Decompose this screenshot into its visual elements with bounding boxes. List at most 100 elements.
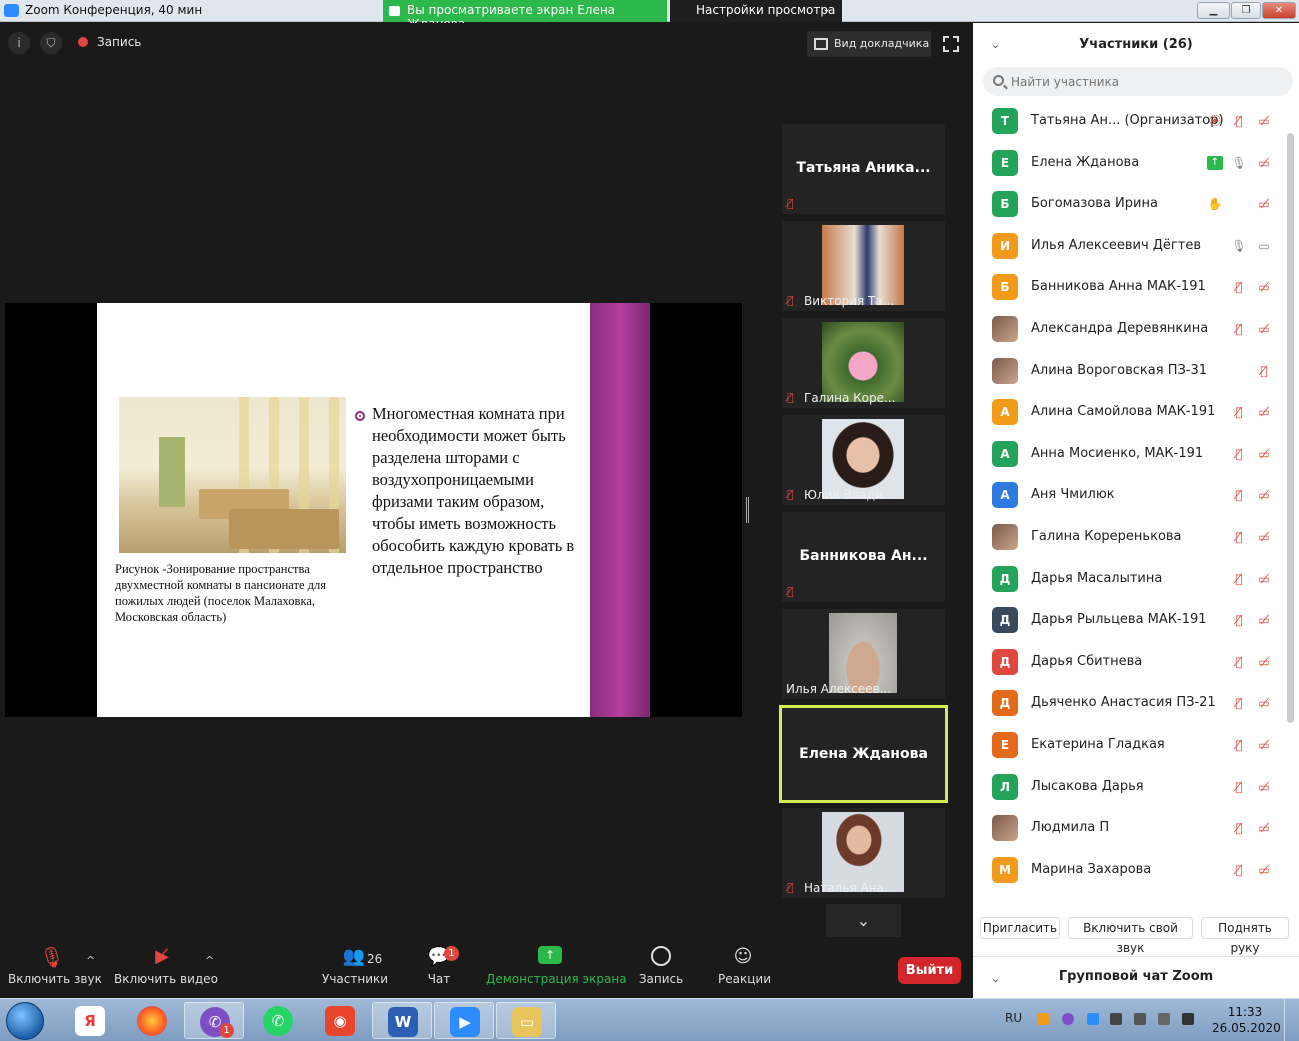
mic-muted-icon[interactable]: 🎙̸ [1231, 488, 1247, 502]
participant-list-scrollbar[interactable] [1287, 133, 1294, 723]
mic-muted-icon[interactable]: 🎙̸ [1231, 530, 1247, 544]
participant-row[interactable]: Е Елена Жданова ↑ 🎙 ▭̸ [973, 143, 1285, 184]
camera-off-icon[interactable]: ▭̸ [1256, 488, 1272, 502]
tray-display-icon[interactable] [1158, 1013, 1170, 1025]
tray-network-icon[interactable] [1110, 1013, 1122, 1025]
mic-icon[interactable]: 🎙 [1231, 156, 1247, 170]
reactions-button[interactable]: ☺ Реакции [718, 946, 771, 986]
participant-row[interactable]: И Илья Алексеевич Дёгтев 🎙 ▭ [973, 226, 1285, 267]
camera-off-icon[interactable]: ▭̸ [1256, 156, 1272, 170]
mic-muted-icon[interactable]: 🎙̸ [1231, 114, 1247, 128]
tray-volume-icon[interactable] [1134, 1013, 1146, 1025]
video-thumbnail[interactable]: 🎙̸ Галина Коре... [782, 318, 945, 408]
participant-row[interactable]: М Марина Захарова 🎙̸ ▭̸ [973, 850, 1285, 891]
invite-button[interactable]: Пригласить [980, 917, 1060, 939]
show-desktop-button[interactable] [1284, 999, 1299, 1041]
start-video-button[interactable]: ▶̸ Включить видео [114, 946, 218, 986]
video-thumbnail[interactable]: 🎙̸ Виктория Та... [782, 221, 945, 311]
camera-off-icon[interactable]: ▭̸ [1256, 447, 1272, 461]
camera-off-icon[interactable]: ▭̸ [1256, 322, 1272, 336]
camera-off-icon[interactable]: ▭̸ [1256, 863, 1272, 877]
camera-off-icon[interactable]: ▭̸ [1256, 696, 1272, 710]
tray-zoom-icon[interactable] [1087, 1013, 1099, 1025]
mic-muted-icon[interactable]: 🎙̸ [1231, 863, 1247, 877]
raise-hand-button[interactable]: Поднять руку [1201, 917, 1289, 955]
mic-muted-icon[interactable]: 🎙̸ [1231, 613, 1247, 627]
mic-muted-icon[interactable]: 🎙̸ [1231, 447, 1247, 461]
mic-muted-icon[interactable]: 🎙̸ [1256, 364, 1272, 378]
video-options-caret[interactable]: ^ [205, 954, 214, 967]
mic-muted-icon[interactable]: 🎙̸ [1231, 280, 1247, 294]
tray-viber-icon[interactable] [1062, 1013, 1074, 1025]
camera-off-icon[interactable]: ▭̸ [1256, 280, 1272, 294]
camera-off-icon[interactable]: ▭̸ [1256, 114, 1272, 128]
participant-row[interactable]: А Аня Чмилюк 🎙̸ ▭̸ [973, 475, 1285, 516]
video-thumbnail[interactable]: Илья Алексеев... [782, 609, 945, 699]
unmute-me-button[interactable]: Включить свой звук [1068, 917, 1193, 955]
taskbar-word[interactable]: W [372, 1002, 432, 1039]
tray-app-icon[interactable] [1037, 1013, 1049, 1025]
taskbar-whatsapp[interactable]: ✆ [248, 1002, 308, 1039]
camera-off-icon[interactable]: ▭̸ [1256, 655, 1272, 669]
tray-flag-icon[interactable] [1182, 1013, 1194, 1025]
participant-row[interactable]: Александра Деревянкина 🎙̸ ▭̸ [973, 309, 1285, 350]
audio-options-caret[interactable]: ^ [86, 954, 95, 967]
taskbar-zoom[interactable]: ▶ [434, 1002, 494, 1039]
splitter-handle[interactable] [746, 497, 749, 523]
taskbar-viber[interactable]: ✆ 1 [184, 1002, 244, 1039]
shield-icon[interactable]: ⛉ [40, 32, 62, 54]
maximize-button[interactable]: ❐ [1231, 2, 1261, 19]
participant-row[interactable]: Людмила П 🎙̸ ▭̸ [973, 808, 1285, 849]
minimize-button[interactable]: ▁ [1197, 2, 1230, 19]
participant-row[interactable]: Б Богомазова Ирина ✋ ▭̸ [973, 184, 1285, 225]
mic-muted-icon[interactable]: 🎙̸ [1231, 405, 1247, 419]
video-thumbnail[interactable]: Банникова Ан... 🎙̸ [782, 512, 945, 602]
close-button[interactable]: ✕ [1262, 2, 1296, 19]
camera-off-icon[interactable]: ▭̸ [1256, 780, 1272, 794]
group-chat-header[interactable]: ⌄ Групповой чат Zoom [973, 956, 1299, 998]
participant-row[interactable]: Д Дарья Рыльцева МАК-191 🎙̸ ▭̸ [973, 600, 1285, 641]
participant-row[interactable]: Б Банникова Анна МАК-191 🎙̸ ▭̸ [973, 267, 1285, 308]
video-thumbnail[interactable]: 🎙̸ Наталья Ана... [782, 808, 945, 898]
camera-off-icon[interactable]: ▭̸ [1256, 738, 1272, 752]
leave-button[interactable]: Выйти [898, 957, 961, 984]
camera-off-icon[interactable]: ▭̸ [1256, 821, 1272, 835]
participant-row[interactable]: Алина Вороговская ПЗ-31 🎙̸ [973, 351, 1285, 392]
search-input[interactable] [1011, 72, 1281, 91]
mic-muted-icon[interactable]: 🎙̸ [1231, 655, 1247, 669]
mic-muted-icon[interactable]: 🎙̸ [1231, 322, 1247, 336]
unmute-button[interactable]: 🎙 Включить звук [8, 946, 102, 986]
camera-off-icon[interactable]: ▭̸ [1256, 572, 1272, 586]
info-icon[interactable]: i [8, 32, 30, 54]
participant-row[interactable]: Т Татьяна Ан... (Организатор) ⦿ 🎙̸ ▭̸ [973, 101, 1285, 142]
taskbar-explorer[interactable]: ▭ [496, 1002, 556, 1039]
active-speaker-thumbnail[interactable]: Елена Жданова [779, 705, 948, 803]
taskbar-firefox[interactable] [122, 1002, 182, 1039]
start-button[interactable] [6, 1002, 44, 1040]
camera-off-icon[interactable]: ▭̸ [1256, 197, 1272, 211]
mic-muted-icon[interactable]: 🎙̸ [1231, 780, 1247, 794]
speaker-view-button[interactable]: Вид докладчика [807, 31, 931, 57]
view-options-button[interactable]: Настройки просмотра ⌄ [670, 0, 842, 22]
participant-row[interactable]: А Анна Мосиенко, МАК-191 🎙̸ ▭̸ [973, 434, 1285, 475]
camera-icon[interactable]: ▭ [1256, 239, 1272, 253]
mic-icon[interactable]: 🎙 [1231, 239, 1247, 253]
video-thumbnail[interactable]: Татьяна Аника... 🎙̸ [782, 124, 945, 214]
participant-row[interactable]: Галина Кореренькова 🎙̸ ▭̸ [973, 517, 1285, 558]
record-button[interactable]: Запись [638, 946, 684, 986]
share-screen-button[interactable]: ↑ Демонстрация экрана [486, 946, 627, 986]
video-thumbnail[interactable]: 🎙̸ Юлия Влади... [782, 415, 945, 505]
participant-row[interactable]: Д Дьяченко Анастасия ПЗ-21 🎙̸ ▭̸ [973, 683, 1285, 724]
mic-muted-icon[interactable]: 🎙̸ [1231, 572, 1247, 586]
system-clock[interactable]: 11:33 26.05.2020 [1212, 1004, 1281, 1036]
mic-muted-icon[interactable]: 🎙̸ [1231, 696, 1247, 710]
taskbar-yandex[interactable]: Я [60, 1002, 120, 1039]
fullscreen-icon[interactable] [943, 36, 959, 52]
mic-muted-icon[interactable]: 🎙̸ [1231, 821, 1247, 835]
camera-off-icon[interactable]: ▭̸ [1256, 613, 1272, 627]
camera-off-icon[interactable]: ▭̸ [1256, 405, 1272, 419]
participant-row[interactable]: Д Дарья Масалытина 🎙̸ ▭̸ [973, 559, 1285, 600]
camera-off-icon[interactable]: ▭̸ [1256, 530, 1272, 544]
taskbar-media[interactable]: ◉ [310, 1002, 370, 1039]
participant-row[interactable]: Д Дарья Сбитнева 🎙̸ ▭̸ [973, 642, 1285, 683]
